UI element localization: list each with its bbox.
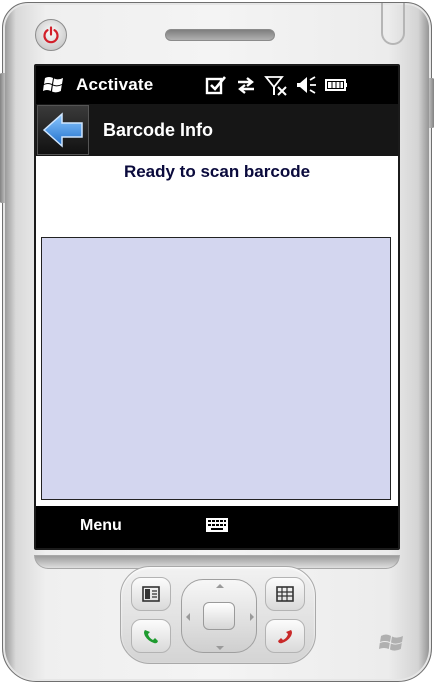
back-arrow-icon (42, 112, 83, 148)
power-icon (43, 26, 59, 44)
menu-softkey[interactable]: Menu (80, 517, 122, 535)
sync-arrows-icon[interactable] (234, 74, 258, 96)
app-title[interactable]: Acctivate (76, 75, 153, 95)
dpad-center-button[interactable] (203, 602, 235, 630)
side-volume-key[interactable] (0, 73, 5, 203)
navigation-dpad[interactable] (181, 579, 257, 653)
power-button[interactable] (35, 19, 67, 51)
earpiece-speaker (165, 29, 275, 41)
windows-logo-icon (379, 634, 403, 651)
soft-key-left-icon (142, 586, 160, 602)
no-signal-icon[interactable] (264, 74, 288, 96)
start-flag-icon[interactable] (42, 73, 68, 97)
end-call-button[interactable] (265, 619, 305, 653)
soft-key-right-icon (276, 586, 294, 602)
speaker-muted-icon[interactable] (294, 74, 318, 96)
hardware-soft-left-button[interactable] (131, 577, 171, 611)
battery-icon[interactable] (324, 74, 348, 96)
status-bar: Acctivate (36, 66, 398, 104)
hardware-soft-right-button[interactable] (265, 577, 305, 611)
hardware-keypad (120, 566, 316, 664)
scan-status-text: Ready to scan barcode (123, 162, 311, 181)
call-button[interactable] (131, 619, 171, 653)
end-call-icon (278, 630, 292, 644)
softkey-bar: Menu (36, 506, 398, 548)
stylus-slot (381, 3, 405, 45)
checkbox-icon[interactable] (204, 74, 228, 96)
title-bar: Barcode Info (36, 104, 398, 156)
page-title: Barcode Info (103, 119, 214, 140)
screen: Acctivate Barcode Info Ready to scan bar… (36, 66, 398, 548)
status-icons (204, 74, 348, 96)
back-button[interactable] (37, 105, 89, 155)
side-action-key[interactable] (429, 78, 434, 128)
barcode-display-area[interactable] (41, 237, 391, 500)
call-icon (144, 630, 158, 644)
keyboard-icon[interactable] (204, 515, 230, 535)
